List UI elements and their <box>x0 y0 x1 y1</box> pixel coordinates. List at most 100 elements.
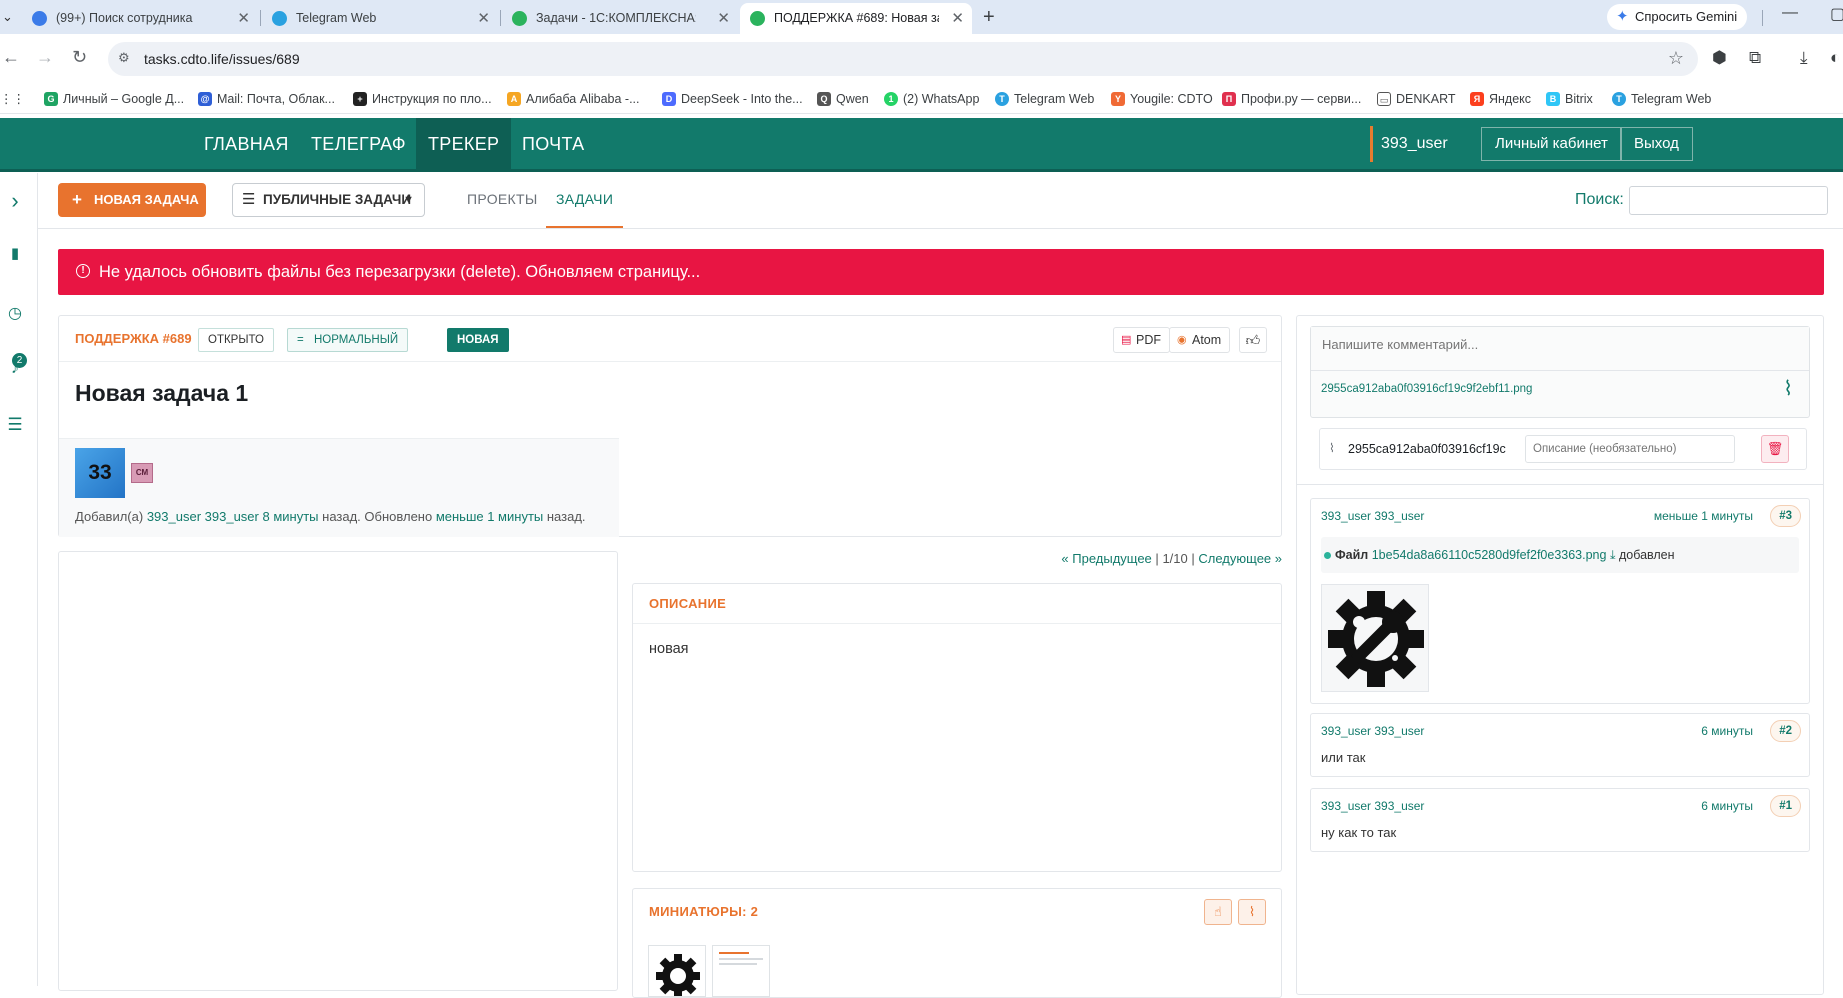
tab-tasks[interactable]: ЗАДАЧИ <box>546 173 623 228</box>
thumbnail-screenshot-image[interactable] <box>712 945 770 997</box>
bookmark-item[interactable]: Y Yougile: CDTO <box>1111 88 1213 110</box>
avatar-initials[interactable]: СМ <box>131 463 153 483</box>
profile-icon[interactable]: ◐ <box>1830 48 1840 68</box>
file-name-link[interactable]: 1be54da8a66110c5280d9fef2f0e3363.png <box>1372 548 1607 562</box>
atom-feed-button[interactable]: ◉ Atom <box>1169 327 1231 353</box>
comment-input[interactable] <box>1311 327 1809 371</box>
bookmark-item[interactable]: Я Яндекс <box>1470 88 1531 110</box>
bookmark-label: DeepSeek - Into the... <box>681 92 803 106</box>
bookmark-star-icon[interactable]: ☆ <box>1668 48 1684 69</box>
comment-author[interactable]: 393_user 393_user <box>1321 724 1424 738</box>
bookmark-item[interactable]: B Bitrix <box>1546 88 1593 110</box>
file-suffix: добавлен <box>1618 548 1675 562</box>
comment-number-badge[interactable]: #3 <box>1770 505 1801 527</box>
address-bar[interactable]: ⚙ tasks.cdto.life/issues/689 ☆ <box>108 42 1698 76</box>
download-icon[interactable]: ⤓ <box>1610 548 1616 562</box>
bookmark-item[interactable]: ▭ DENKART <box>1377 88 1456 110</box>
bookmark-item[interactable]: T Telegram Web <box>995 88 1094 110</box>
extensions-puzzle-icon[interactable]: ⧉ <box>1749 48 1761 68</box>
added-time-link[interactable]: 8 минуты <box>262 509 318 524</box>
browser-tab-2[interactable]: Telegram Web ✕ <box>262 3 498 34</box>
comment-number-badge[interactable]: #2 <box>1770 720 1801 742</box>
personal-cabinet-button[interactable]: Личный кабинет <box>1481 127 1622 161</box>
maximize-icon[interactable]: ▢ <box>1830 4 1843 24</box>
back-arrow-icon[interactable]: ← <box>2 47 20 67</box>
next-link[interactable]: Следующее » <box>1198 551 1282 566</box>
bookmark-item[interactable]: 1 (2) WhatsApp <box>884 88 979 110</box>
bookmark-label: Личный – Google Д... <box>63 92 185 106</box>
comment-time[interactable]: 6 минуты <box>1701 724 1753 738</box>
forward-arrow-icon[interactable]: → <box>36 47 54 67</box>
new-tab-plus-icon[interactable]: + <box>983 6 995 28</box>
url-text[interactable]: tasks.cdto.life/issues/689 <box>144 42 300 76</box>
minimize-icon[interactable]: — <box>1782 4 1798 22</box>
close-icon[interactable]: ✕ <box>237 3 250 34</box>
issue-title: Новая задача 1 <box>75 380 249 406</box>
chevron-down-icon: ▼ <box>403 194 414 206</box>
browser-tab-active[interactable]: ПОДДЕРЖКА #689: Новая зада ✕ <box>740 3 972 34</box>
comment-number-badge[interactable]: #1 <box>1770 795 1801 817</box>
history-clock-icon[interactable]: ◷ <box>4 303 26 325</box>
bookmark-item[interactable]: A Алибаба Alibaba -... <box>507 88 640 110</box>
reload-icon[interactable]: ↻ <box>72 47 87 67</box>
thumbs-up-icon[interactable]: 👍︎ <box>1239 327 1267 353</box>
bookmark-item[interactable]: @ Mail: Почта, Облак... <box>198 88 335 110</box>
site-settings-icon[interactable]: ⚙ <box>118 50 130 66</box>
extension-shield-icon[interactable]: ⬢ <box>1712 48 1727 68</box>
issue-id[interactable]: ПОДДЕРЖКА #689 <box>75 316 192 362</box>
bookmark-item[interactable]: Q Qwen <box>817 88 869 110</box>
comment-time[interactable]: 6 минуты <box>1701 799 1753 813</box>
nav-tracker[interactable]: ТРЕКЕР <box>416 118 512 170</box>
bookmark-label: Алибаба Alibaba -... <box>526 92 640 106</box>
tab-search-chevron-icon[interactable]: ⌄ <box>2 9 14 24</box>
bookmark-item[interactable]: D DeepSeek - Into the... <box>662 88 803 110</box>
author-link[interactable]: 393_user 393_user <box>147 509 259 524</box>
bookmark-item[interactable]: + Инструкция по пло... <box>353 88 492 110</box>
new-task-button[interactable]: + НОВАЯ ЗАДАЧА <box>58 183 206 217</box>
bitrix-favicon-icon <box>32 11 47 26</box>
priority-label: НОРМАЛЬНЫЙ <box>314 334 399 346</box>
public-tasks-dropdown[interactable]: ☰ ПУБЛИЧНЫЕ ЗАДАЧИ ▼ <box>232 183 425 217</box>
comment-item: 393_user 393_user 6 минуты #1 ну как то … <box>1310 788 1810 852</box>
expand-chevron-icon[interactable]: › <box>4 190 26 212</box>
bookmark-item[interactable]: G Личный – Google Д... <box>44 88 184 110</box>
bookmark-item[interactable]: T Telegram Web <box>1612 88 1711 110</box>
hand-pointer-icon[interactable]: ☝ <box>1204 899 1232 925</box>
attach-paperclip-icon[interactable]: ⌇ <box>1238 899 1266 925</box>
nav-home[interactable]: ГЛАВНАЯ <box>204 118 289 170</box>
tab-projects[interactable]: ПРОЕКТЫ <box>467 173 538 228</box>
nav-telegraph[interactable]: ТЕЛЕГРАФ <box>311 118 406 170</box>
nav-mail[interactable]: ПОЧТА <box>522 118 584 170</box>
bookmark-label: (2) WhatsApp <box>903 92 980 106</box>
pdf-button[interactable]: ▤ PDF <box>1113 327 1170 353</box>
browser-tab-1[interactable]: (99+) Поиск сотрудника ✕ <box>22 3 258 34</box>
status-badge[interactable]: НОВАЯ <box>447 328 509 352</box>
comment-author[interactable]: 393_user 393_user <box>1321 799 1424 813</box>
bookmark-label: Яндекс <box>1489 92 1532 106</box>
search-input[interactable] <box>1629 186 1828 215</box>
downloads-icon[interactable]: ⤓ <box>1800 48 1808 68</box>
avatar[interactable]: 33 <box>75 448 125 498</box>
ask-gemini-button[interactable]: ✦ Спросить Gemini <box>1607 4 1748 30</box>
apps-grid-icon[interactable]: ⋮⋮ <box>0 88 25 110</box>
paperclip-icon[interactable]: ⌇ <box>1783 378 1793 400</box>
comment-time[interactable]: меньше 1 минуты <box>1654 509 1753 523</box>
logout-button[interactable]: Выход <box>1620 127 1693 161</box>
bookmark-item[interactable]: П Профи.ру — серви... <box>1222 88 1361 110</box>
prev-link[interactable]: « Предыдущее <box>1061 551 1151 566</box>
close-icon[interactable]: ✕ <box>951 3 964 34</box>
updated-time-link[interactable]: меньше 1 минуты <box>436 509 543 524</box>
tab-separator <box>500 10 501 26</box>
close-icon[interactable]: ✕ <box>717 3 730 34</box>
menu-list-icon[interactable]: ☰ <box>4 414 26 436</box>
upload-description-input[interactable] <box>1525 435 1735 463</box>
attachment-gear-image[interactable] <box>1321 584 1429 692</box>
bookmark-icon[interactable]: ▮ <box>4 243 26 265</box>
comment-item: 393_user 393_user 6 минуты #2 или так <box>1310 713 1810 777</box>
close-icon[interactable]: ✕ <box>477 3 490 34</box>
browser-tab-3[interactable]: Задачи - 1С:КОМПЛЕКСНАЯ N ✕ <box>502 3 738 34</box>
thumbnail-gear-image[interactable] <box>648 945 706 997</box>
comment-author[interactable]: 393_user 393_user <box>1321 509 1424 523</box>
bookmark-label: Bitrix <box>1565 92 1593 106</box>
trash-icon[interactable]: 🗑︎ <box>1761 435 1789 463</box>
